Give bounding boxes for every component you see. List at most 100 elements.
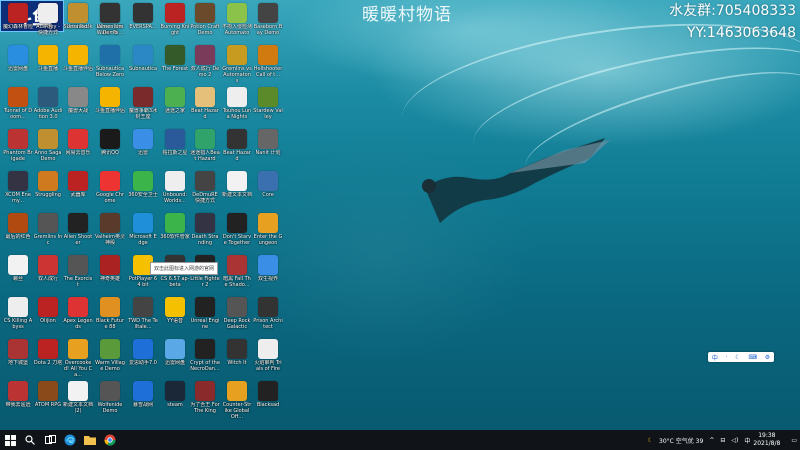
volume-icon[interactable]: ◁) — [731, 437, 738, 444]
desktop-icon[interactable]: steam — [160, 378, 190, 420]
desktop-icon[interactable]: 双人成行 Demo 2 — [190, 42, 220, 84]
desktop-icon[interactable]: Dota 2 刀塔 — [33, 336, 63, 378]
desktop-icon[interactable]: 螺丝 — [3, 252, 33, 294]
chrome-taskbar[interactable] — [100, 430, 120, 450]
desktop-icon[interactable]: The Exorcist — [63, 252, 93, 294]
desktop-icon[interactable]: Subnautica Below Zero — [95, 42, 125, 84]
desktop-icon[interactable]: 双人成行 — [33, 252, 63, 294]
desktop-icon[interactable]: Phantom Brigade — [3, 126, 33, 168]
desktop-icon[interactable]: 新建文本文档 — [222, 168, 252, 210]
desktop-icon[interactable]: 最后的红色 — [3, 210, 33, 252]
desktop-icon[interactable]: Tunnel of Doom... — [3, 84, 33, 126]
desktop-icon[interactable]: Apex Legends — [63, 294, 93, 336]
desktop-icon[interactable]: YY语音 — [160, 294, 190, 336]
desktop-icon[interactable]: Blacksad — [253, 378, 283, 420]
desktop-icon[interactable]: 魔兽大战 — [63, 84, 93, 126]
desktop-icon[interactable]: XCOM Enemy... — [3, 168, 33, 210]
desktop-icon[interactable]: 360软件管家 — [160, 210, 190, 252]
desktop-icon[interactable]: 双生视界 — [253, 252, 283, 294]
desktop-icon[interactable]: Black Future 88 — [95, 294, 125, 336]
clock[interactable]: 19:38 2021/8/8 — [753, 432, 780, 448]
desktop-icon[interactable]: Potion Craft Demo — [190, 0, 220, 42]
desktop-icon[interactable]: Prison Architect — [253, 294, 283, 336]
desktop-icon[interactable]: Touhou Luna Nights — [222, 84, 252, 126]
taskview-button[interactable] — [40, 430, 60, 450]
desktop-icon[interactable]: Enter the Gungeon — [253, 210, 283, 252]
desktop-icon[interactable]: Gremlins vs Automatons — [222, 42, 252, 84]
desktop-icon[interactable]: 斗鱼直播伴侣 — [95, 84, 125, 126]
desktop-icon[interactable]: 地下城堡 — [3, 336, 33, 378]
desktop-icon[interactable]: Olijion — [33, 294, 63, 336]
desktop-icon[interactable]: Lamentum Demo — [95, 0, 125, 42]
desktop-icon[interactable]: Stardew Valley — [253, 84, 283, 126]
desktop-icon[interactable]: Crypt of the NecroDan... — [190, 336, 220, 378]
ime-indicator[interactable]: 中 — [744, 436, 750, 445]
desktop-icon[interactable]: Beat Hazard — [222, 126, 252, 168]
desktop-icon[interactable]: Don't Starve Together — [222, 210, 252, 252]
desktop-icon[interactable]: Warm Village Demo — [95, 336, 125, 378]
desktop-icon[interactable]: Death Stranding — [190, 210, 220, 252]
desktop-icon[interactable]: 360安全卫士 — [128, 168, 158, 210]
desktop-icon[interactable]: Beat Hazard — [190, 84, 220, 126]
desktop-icon[interactable]: 为了吾王 For The King — [190, 378, 220, 420]
desktop-icon[interactable]: 爱思助手7.0 — [128, 336, 158, 378]
desktop-icon[interactable]: The Forest — [160, 42, 190, 84]
desktop-icon[interactable]: 平台 — [33, 0, 63, 42]
notification-icon[interactable]: ▭ — [791, 437, 797, 444]
ime-toolbar[interactable]: 中 · ☾ ⌨ ⚙ — [708, 352, 774, 362]
weather-text[interactable]: 30°C 空气优 39 — [659, 436, 703, 445]
desktop-icon[interactable]: 带我去遥远 — [3, 378, 33, 420]
desktop-icon[interactable]: Valheim英灵神殿 — [95, 210, 125, 252]
desktop-icon[interactable]: Unrailed! — [63, 0, 93, 42]
desktop-icon[interactable]: 魔兽争霸3冰封王座 — [128, 84, 158, 126]
desktop-icon[interactable]: 迷途猎人Beat Hazard — [190, 126, 220, 168]
desktop-icon[interactable]: 魔幻森林冒险 — [3, 0, 33, 42]
desktop-icon[interactable]: Struggling — [33, 168, 63, 210]
desktop-icon[interactable]: Wolfenide Demo — [95, 378, 125, 420]
ime-toolbar-item[interactable]: 中 — [712, 353, 718, 362]
desktop-icon[interactable]: Baseborn Bay Demo — [253, 0, 283, 42]
desktop-icon[interactable]: DeDmuRE 快捷方式 — [190, 168, 220, 210]
explorer-taskbar[interactable] — [80, 430, 100, 450]
desktop-icon[interactable]: 网易云音乐 — [63, 126, 93, 168]
desktop-icon[interactable]: Deep Rock Galactic — [222, 294, 252, 336]
desktop-icon[interactable]: 斗鱼直播 — [33, 42, 63, 84]
network-icon[interactable]: ⊟ — [720, 437, 725, 444]
ime-toolbar-item[interactable]: ⚙ — [765, 354, 770, 361]
desktop-icon[interactable]: Subnautica — [128, 42, 158, 84]
desktop-icon[interactable]: Core — [253, 168, 283, 210]
desktop-icon[interactable]: 不拘入侵检测Automato — [222, 0, 252, 42]
ime-toolbar-item[interactable]: · — [726, 354, 728, 361]
tray-chevron-icon[interactable]: ^ — [709, 437, 714, 444]
desktop-icon[interactable]: 武器库 — [63, 168, 93, 210]
desktop-icon[interactable]: Microsoft Edge — [128, 210, 158, 252]
edge-taskbar[interactable] — [60, 430, 80, 450]
desktop-icon[interactable]: 斗鱼直播伴侣 — [63, 42, 93, 84]
desktop-icon[interactable]: Witch It — [222, 336, 252, 378]
desktop-icon[interactable]: CS Killing Abyss — [3, 294, 33, 336]
desktop-icon[interactable]: Adobe Audition 3.0 — [33, 84, 63, 126]
desktop-icon[interactable]: Unbound: Worlds... — [160, 168, 190, 210]
desktop-icon[interactable]: 迅雷 — [128, 126, 158, 168]
desktop-icon[interactable]: EVERSPA... — [128, 0, 158, 42]
desktop-icon[interactable]: Alien Shooter — [63, 210, 93, 252]
desktop-icon[interactable]: 暗黑 Fall The Shado... — [222, 252, 252, 294]
desktop-icon[interactable]: Counter-Strike Global Off... — [222, 378, 252, 420]
desktop-icon[interactable]: Anno Saga Demo — [33, 126, 63, 168]
desktop-icon[interactable]: Nanit 计划 — [253, 126, 283, 168]
ime-toolbar-item[interactable]: ☾ — [735, 354, 740, 361]
desktop-icon[interactable]: Burning Knight — [160, 0, 190, 42]
ime-toolbar-item[interactable]: ⌨ — [748, 354, 757, 361]
desktop-icon[interactable]: Overcooked! All You Ca... — [63, 336, 93, 378]
desktop-icon[interactable]: Google Chrome — [95, 168, 125, 210]
desktop-icon[interactable]: Unreal Engine — [190, 294, 220, 336]
desktop-icon[interactable]: 暴雪战网 — [128, 378, 158, 420]
desktop-icon[interactable]: 迷途之家 — [160, 84, 190, 126]
desktop-icon[interactable]: Gremlins Inc — [33, 210, 63, 252]
desktop-icon[interactable]: ATOM RPG — [33, 378, 63, 420]
start-button[interactable] — [0, 430, 20, 450]
desktop-icon[interactable]: Hellshooter Call of t... — [253, 42, 283, 84]
desktop-icon[interactable]: TWD The Telltale... — [128, 294, 158, 336]
desktop-icon[interactable]: 神奇英雄 — [95, 252, 125, 294]
desktop-icon[interactable]: 火焰审判 Trials of Fire — [253, 336, 283, 378]
